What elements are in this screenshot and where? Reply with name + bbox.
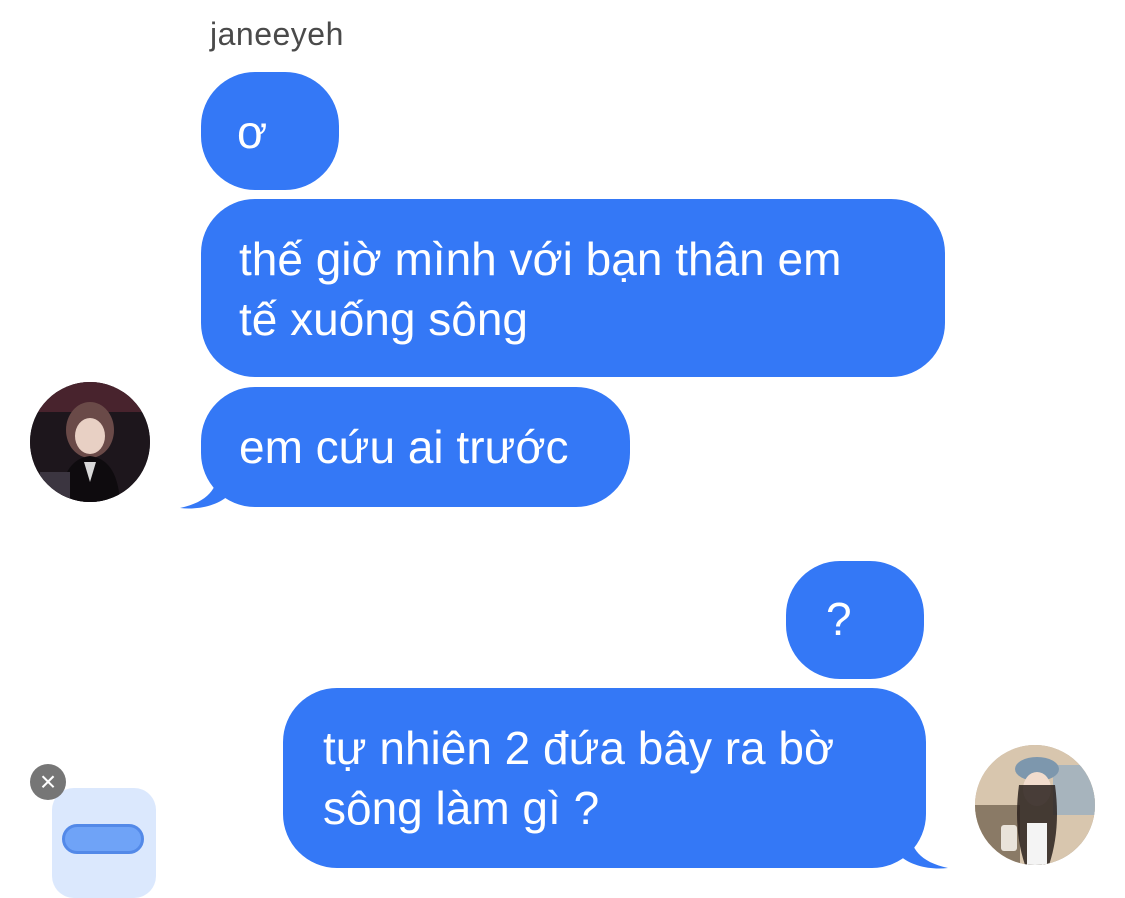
- user-avatar[interactable]: [975, 745, 1095, 865]
- incoming-message-bubble[interactable]: thế giờ mình với bạn thân em tế xuống sô…: [201, 199, 945, 377]
- incoming-bubble-tail: [180, 470, 228, 509]
- incoming-message-bubble[interactable]: em cứu ai trước: [201, 387, 630, 507]
- draft-bubble-icon: [62, 824, 144, 854]
- sender-avatar-image: [30, 382, 150, 502]
- outgoing-message-bubble[interactable]: tự nhiên 2 đứa bây ra bờ sông làm gì ?: [283, 688, 926, 868]
- sender-avatar[interactable]: [30, 382, 150, 502]
- sender-name: janeeyeh: [210, 16, 344, 52]
- incoming-message-bubble[interactable]: ơ: [201, 72, 339, 190]
- user-avatar-image: [975, 745, 1095, 865]
- draft-message-preview[interactable]: [52, 788, 156, 898]
- outgoing-bubble-tail: [900, 830, 948, 869]
- outgoing-message-bubble[interactable]: ?: [786, 561, 924, 679]
- close-icon[interactable]: ×: [30, 764, 66, 800]
